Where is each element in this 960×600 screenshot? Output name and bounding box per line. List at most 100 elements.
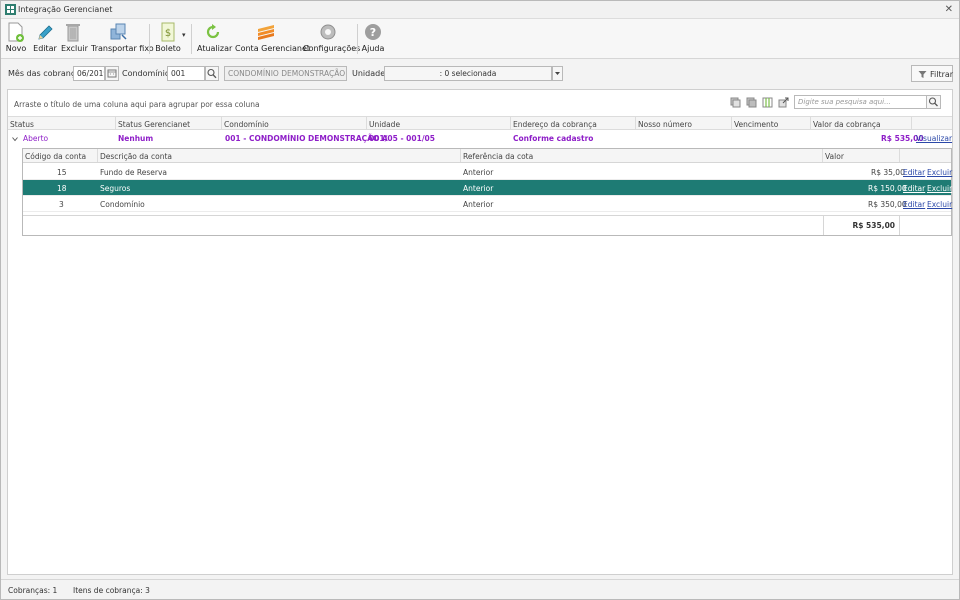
cobrancas-count: Cobranças: 1	[8, 586, 58, 595]
svg-text:?: ?	[370, 26, 376, 39]
editar-link[interactable]: Editar	[903, 184, 925, 193]
excluir-button[interactable]: Excluir	[61, 21, 88, 57]
svg-text:$: $	[165, 28, 171, 39]
row-endereco: Conforme cadastro	[513, 134, 594, 143]
grid-panel: Arraste o título de uma coluna aqui para…	[7, 89, 953, 575]
table-row-selected[interactable]: 18 Seguros Anterior R$ 150,00 Editar Exc…	[23, 180, 952, 196]
excluir-label: Excluir	[61, 44, 88, 53]
atualizar-label: Atualizar	[197, 44, 233, 53]
chevron-down-icon[interactable]	[552, 66, 563, 81]
toolbar-separator	[357, 24, 358, 54]
search-icon[interactable]	[926, 95, 941, 109]
expand-all-icon[interactable]	[730, 97, 741, 108]
cell-codigo: 18	[57, 184, 67, 193]
conta-label: Conta Gerencianet	[235, 44, 311, 53]
filtrar-button[interactable]: Filtrar	[911, 65, 953, 82]
title-bar: Integração Gerencianet ✕	[1, 1, 959, 19]
condominio-input[interactable]: 001	[167, 66, 205, 81]
transportar-button[interactable]: Transportar fixo	[91, 21, 154, 57]
filter-bar: Mês das cobranças: 06/2019 Condomínio: 0…	[1, 60, 959, 87]
cell-referencia: Anterior	[463, 168, 494, 177]
cell-valor: R$ 150,00	[868, 184, 907, 193]
col-nosso-numero[interactable]: Nosso número	[636, 117, 732, 130]
col-valor[interactable]: Valor da cobrança	[811, 117, 912, 130]
novo-label: Novo	[5, 44, 27, 53]
excluir-link[interactable]: Excluir	[927, 200, 952, 209]
boleto-button[interactable]: $ Boleto	[155, 21, 181, 57]
transport-icon	[110, 23, 127, 40]
cell-codigo: 15	[57, 168, 67, 177]
cell-referencia: Anterior	[463, 184, 494, 193]
detail-total-row: R$ 535,00	[23, 215, 951, 235]
filter-icon	[918, 71, 927, 78]
cell-descricao: Condomínio	[100, 200, 145, 209]
excluir-link[interactable]: Excluir	[927, 184, 952, 193]
grid-app-icon	[5, 4, 16, 15]
toolbar-separator	[149, 24, 150, 54]
table-row[interactable]: 15 Fundo de Reserva Anterior R$ 35,00 Ed…	[23, 164, 952, 180]
cell-valor: R$ 35,00	[871, 168, 905, 177]
editar-link[interactable]: Editar	[903, 200, 925, 209]
col-referencia[interactable]: Referência da cota	[461, 149, 823, 162]
search-icon[interactable]	[205, 66, 219, 81]
calendar-icon[interactable]	[105, 66, 119, 81]
col-unidade[interactable]: Unidade	[367, 117, 511, 130]
boleto-dropdown-icon[interactable]: ▾	[182, 31, 186, 39]
col-condominio[interactable]: Condomínio	[222, 117, 367, 130]
gear-icon	[320, 24, 336, 40]
cell-descricao: Seguros	[100, 184, 131, 193]
collapse-all-icon[interactable]	[746, 97, 757, 108]
refresh-icon	[206, 24, 220, 39]
new-document-icon	[8, 22, 24, 42]
condominio-label: Condomínio:	[122, 69, 173, 78]
cell-referencia: Anterior	[463, 200, 494, 209]
grid-header: Status Status Gerencianet Condomínio Uni…	[8, 116, 952, 130]
close-icon[interactable]: ✕	[945, 4, 953, 15]
visualizar-link[interactable]: Visualizar	[916, 134, 952, 143]
pencil-icon	[38, 25, 53, 40]
chevron-down-icon[interactable]	[12, 136, 18, 142]
detail-grid: Código da conta Descrição da conta Refer…	[22, 148, 952, 236]
window-title: Integração Gerencianet	[18, 5, 113, 14]
col-codigo[interactable]: Código da conta	[23, 149, 98, 162]
grid-search-input[interactable]: Digite sua pesquisa aqui...	[794, 95, 927, 109]
config-label: Configurações	[303, 44, 361, 53]
editar-button[interactable]: Editar	[33, 21, 57, 57]
ajuda-button[interactable]: ? Ajuda	[361, 21, 385, 57]
help-icon: ?	[365, 24, 381, 40]
col-descricao[interactable]: Descrição da conta	[98, 149, 461, 162]
atualizar-button[interactable]: Atualizar	[197, 21, 233, 57]
cell-valor: R$ 350,00	[868, 200, 907, 209]
group-hint: Arraste o título de uma coluna aqui para…	[14, 100, 260, 109]
mes-input[interactable]: 06/2019	[73, 66, 105, 81]
trash-icon	[66, 24, 80, 42]
toolbar-separator	[191, 24, 192, 54]
conta-gerencianet-button[interactable]: Conta Gerencianet	[235, 21, 311, 57]
condominio-name-field: CONDOMÍNIO DEMONSTRAÇÃO A	[224, 66, 347, 81]
unidade-select[interactable]: : 0 selecionada	[384, 66, 552, 81]
col-vencimento[interactable]: Vencimento	[732, 117, 811, 130]
col-valor-conta[interactable]: Valor	[823, 149, 900, 162]
columns-icon[interactable]	[762, 97, 773, 108]
status-bar: Cobranças: 1 Itens de cobrança: 3	[1, 579, 959, 599]
filtrar-label: Filtrar	[930, 70, 954, 79]
group-area[interactable]: Arraste o título de uma coluna aqui para…	[8, 90, 952, 116]
editar-link[interactable]: Editar	[903, 168, 925, 177]
col-endereco[interactable]: Endereço da cobrança	[511, 117, 636, 130]
editar-label: Editar	[33, 44, 57, 53]
col-status-gerencianet[interactable]: Status Gerencianet	[116, 117, 222, 130]
excluir-link[interactable]: Excluir	[927, 168, 952, 177]
toolbar: Novo Editar Excluir Transportar fixo $ B…	[1, 19, 959, 59]
boleto-label: Boleto	[155, 44, 181, 53]
novo-button[interactable]: Novo	[5, 21, 27, 57]
cell-codigo: 3	[59, 200, 64, 209]
export-icon[interactable]	[778, 97, 789, 108]
table-row[interactable]: 3 Condomínio Anterior R$ 350,00 Editar E…	[23, 196, 952, 212]
col-status[interactable]: Status	[8, 117, 116, 130]
boleto-icon: $	[161, 22, 175, 42]
table-row[interactable]: Aberto Nenhum 001 - CONDOMÍNIO DEMONSTRA…	[8, 131, 952, 147]
configuracoes-button[interactable]: Configurações	[303, 21, 361, 57]
itens-count: Itens de cobrança: 3	[73, 586, 150, 595]
unidade-label: Unidade:	[352, 69, 388, 78]
transportar-label: Transportar fixo	[91, 44, 154, 53]
